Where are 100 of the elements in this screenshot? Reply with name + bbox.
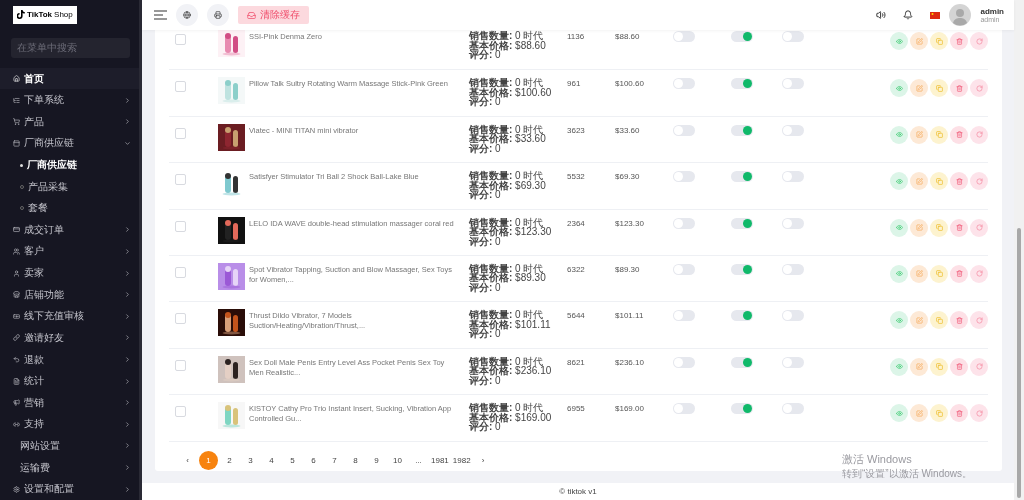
page-button[interactable]: 7 [324, 450, 345, 470]
toggle-switch[interactable] [782, 78, 804, 90]
row-checkbox[interactable] [175, 34, 186, 45]
toggle-switch[interactable] [673, 403, 695, 415]
page-button[interactable]: 10 [387, 450, 408, 470]
refresh-button[interactable] [970, 172, 988, 191]
refresh-button[interactable] [970, 264, 988, 283]
sidebar-item[interactable]: 产品 [0, 111, 139, 133]
toggle-switch[interactable] [673, 171, 695, 183]
sidebar-item[interactable]: 退款 [0, 348, 139, 371]
toggle-switch[interactable] [731, 78, 753, 90]
globe-button[interactable] [176, 4, 198, 26]
sidebar-item[interactable]: 营销 [0, 391, 139, 414]
page-button[interactable]: 2 [219, 450, 240, 470]
toggle-switch[interactable] [673, 263, 695, 275]
page-button[interactable]: 4 [261, 450, 282, 470]
copy-button[interactable] [930, 172, 948, 191]
refresh-button[interactable] [970, 404, 988, 423]
copy-button[interactable] [930, 357, 948, 376]
refresh-button[interactable] [970, 311, 988, 330]
row-checkbox[interactable] [175, 81, 186, 93]
toggle-switch[interactable] [731, 356, 753, 368]
toggle-switch[interactable] [731, 403, 753, 415]
edit-button[interactable] [910, 404, 928, 423]
row-checkbox[interactable] [175, 359, 186, 371]
toggle-switch[interactable] [731, 171, 753, 183]
page-button[interactable]: 6 [303, 450, 324, 470]
row-checkbox[interactable] [175, 406, 186, 418]
edit-button[interactable] [910, 218, 928, 237]
copy-button[interactable] [930, 125, 948, 144]
copy-button[interactable] [930, 264, 948, 283]
copy-button[interactable] [930, 404, 948, 423]
row-checkbox[interactable] [175, 127, 186, 139]
delete-button[interactable] [950, 79, 968, 98]
sidebar-item[interactable]: 统计 [0, 370, 139, 392]
edit-button[interactable] [910, 125, 928, 144]
view-button[interactable] [890, 218, 908, 237]
toggle-switch[interactable] [782, 124, 804, 136]
sidebar-item[interactable]: 运输费 [0, 456, 139, 479]
row-checkbox[interactable] [175, 220, 186, 232]
toggle-switch[interactable] [673, 310, 695, 322]
view-button[interactable] [890, 172, 908, 191]
copy-button[interactable] [930, 32, 948, 50]
bell-icon[interactable] [903, 10, 914, 20]
page-button[interactable]: 9 [366, 450, 387, 470]
toggle-switch[interactable] [782, 310, 804, 322]
delete-button[interactable] [950, 311, 968, 330]
sidebar-item[interactable]: 客户 [0, 240, 139, 263]
delete-button[interactable] [950, 172, 968, 191]
sidebar-item[interactable]: 卖家 [0, 262, 139, 284]
sidebar-subitem[interactable]: 产品采集 [0, 175, 139, 198]
delete-button[interactable] [950, 218, 968, 237]
view-button[interactable] [890, 125, 908, 144]
toggle-switch[interactable] [782, 217, 804, 229]
sidebar-item[interactable]: 邀请好友 [0, 327, 139, 349]
edit-button[interactable] [910, 79, 928, 98]
toggle-switch[interactable] [731, 263, 753, 275]
sidebar-item[interactable]: 厂商供应链 [0, 132, 139, 155]
print-button[interactable] [207, 4, 229, 26]
view-button[interactable] [890, 311, 908, 330]
sidebar-item[interactable]: 首页 [0, 67, 139, 90]
refresh-button[interactable] [970, 218, 988, 237]
menu-icon[interactable] [154, 10, 167, 20]
avatar[interactable] [949, 4, 972, 26]
row-checkbox[interactable] [175, 174, 186, 186]
toggle-switch[interactable] [782, 356, 804, 368]
sidebar-item[interactable]: 店铺功能 [0, 283, 139, 306]
toggle-switch[interactable] [782, 171, 804, 183]
delete-button[interactable] [950, 357, 968, 376]
delete-button[interactable] [950, 32, 968, 50]
page-button[interactable]: 3 [240, 450, 261, 470]
row-checkbox[interactable] [175, 266, 186, 278]
refresh-button[interactable] [970, 125, 988, 144]
toggle-switch[interactable] [782, 263, 804, 275]
toggle-switch[interactable] [782, 403, 804, 415]
edit-button[interactable] [910, 32, 928, 50]
copy-button[interactable] [930, 218, 948, 237]
page-button[interactable]: 5 [282, 450, 303, 470]
sidebar-item[interactable]: 支持 [0, 413, 139, 436]
speaker-icon[interactable] [876, 10, 887, 20]
toggle-switch[interactable] [731, 217, 753, 229]
sidebar-item[interactable]: 成交订单 [0, 219, 139, 241]
flag-icon[interactable] [930, 11, 941, 19]
sidebar-subitem[interactable]: 厂商供应链 [0, 154, 139, 176]
logo[interactable]: TikTok Shop [13, 5, 77, 24]
toggle-switch[interactable] [731, 124, 753, 136]
delete-button[interactable] [950, 264, 968, 283]
page-button[interactable]: 1982 [450, 450, 473, 470]
scrollbar-thumb[interactable] [1017, 228, 1021, 498]
sidebar-subitem[interactable]: 套餐 [0, 197, 139, 220]
next-page-button[interactable]: › [472, 450, 494, 470]
copy-button[interactable] [930, 311, 948, 330]
sidebar-item[interactable]: 网站设置 [0, 435, 139, 457]
sidebar-item[interactable]: 下单系统 [0, 89, 139, 112]
toggle-switch[interactable] [782, 31, 804, 42]
page-button[interactable]: ... [408, 450, 429, 470]
toggle-switch[interactable] [673, 124, 695, 136]
toggle-switch[interactable] [673, 78, 695, 90]
toggle-switch[interactable] [731, 310, 753, 322]
view-button[interactable] [890, 32, 908, 50]
